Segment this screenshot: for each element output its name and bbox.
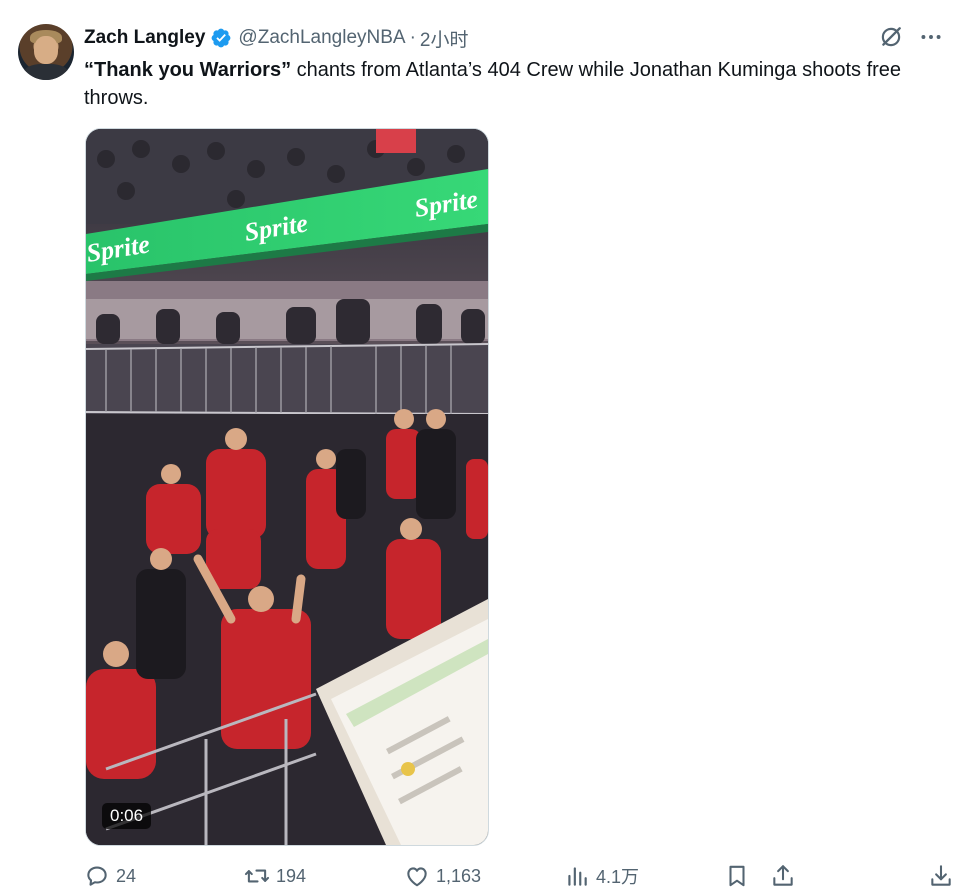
reply-count: 24	[116, 865, 137, 886]
avatar-face	[34, 36, 58, 64]
avatar[interactable]	[18, 24, 74, 80]
like-button[interactable]: 1,163	[404, 860, 481, 892]
separator: ·	[409, 27, 416, 48]
top-icons	[878, 24, 944, 50]
video-duration: 0:06	[102, 803, 152, 829]
author-handle[interactable]: @ZachLangleyNBA	[238, 27, 405, 49]
grok-icon[interactable]	[878, 24, 904, 50]
views-count: 4.1万	[596, 867, 640, 887]
reply-button[interactable]: 24	[84, 860, 136, 892]
views-icon	[568, 867, 587, 886]
tweet-text-bold: “Thank you Warriors”	[84, 59, 292, 81]
author-name[interactable]: Zach Langley	[84, 27, 205, 49]
avatar-shirt	[24, 64, 68, 80]
share-button[interactable]	[770, 860, 796, 892]
tweet-header: Zach Langley @ZachLangleyNBA · 2小时	[84, 24, 468, 52]
reply-icon	[87, 866, 107, 886]
verified-icon	[210, 27, 232, 49]
bookmark-button[interactable]	[724, 860, 750, 892]
action-bar: 24 194 1,163 4.1万	[84, 860, 956, 892]
repost-count: 194	[276, 865, 307, 886]
tweet: Zach Langley @ZachLangleyNBA · 2小时 “Than…	[0, 0, 960, 896]
repost-icon	[244, 869, 270, 883]
bookmark-icon	[729, 865, 745, 887]
video-player[interactable]: Sprite Sprite Sprite 0:06	[85, 128, 489, 846]
tweet-time[interactable]: 2小时	[420, 25, 469, 52]
video-thumbnail: Sprite Sprite Sprite	[86, 129, 488, 845]
download-button[interactable]	[928, 860, 954, 892]
views-button[interactable]: 4.1万	[564, 860, 639, 892]
like-icon	[407, 867, 427, 887]
like-count: 1,163	[436, 865, 482, 886]
repost-button[interactable]: 194	[244, 860, 306, 892]
more-icon[interactable]	[918, 24, 944, 50]
share-icon	[773, 865, 793, 886]
download-icon	[931, 865, 951, 886]
tweet-text: “Thank you Warriors” chants from Atlanta…	[84, 56, 944, 112]
